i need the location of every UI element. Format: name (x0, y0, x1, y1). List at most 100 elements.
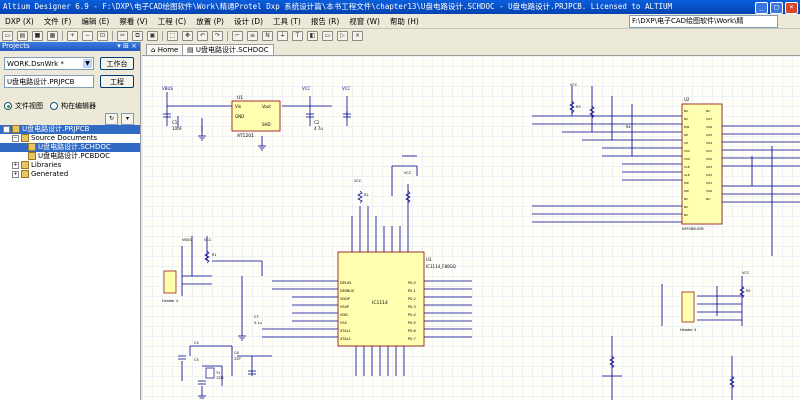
menu-view[interactable]: 察看 (V) (114, 16, 152, 27)
tree-item-generated[interactable]: + Generated (0, 170, 140, 179)
bus-icon[interactable]: ≡ (247, 30, 258, 41)
expand-icon[interactable]: + (12, 161, 19, 169)
menu-edit[interactable]: 编辑 (E) (76, 16, 114, 27)
main-toolbar: ▭ ▤ ■ ▦ + − ⊡ ✂ ⧉ ▣ ⬚ ✥ ↶ ↷ ⌐ ≡ N ⏚ T ◧ … (0, 29, 800, 42)
menu-window[interactable]: 视窗 (W) (344, 16, 385, 27)
pin-icon[interactable]: ▾ ⊞ × (117, 42, 137, 51)
c-label: C5 (194, 358, 199, 362)
menu-file[interactable]: 文件 (F) (39, 16, 77, 27)
workspace-value: WORK.DsnWrk * (7, 60, 64, 68)
y1-value: 12M (216, 376, 223, 380)
chevron-down-icon[interactable]: ▼ (83, 59, 92, 68)
copy-icon[interactable]: ⧉ (132, 30, 143, 41)
save-icon[interactable]: ■ (32, 30, 43, 41)
u2-pin-label: I/O1 (706, 181, 712, 185)
sheet-icon[interactable]: ▭ (322, 30, 333, 41)
vcc-label: VCC (742, 271, 750, 275)
tab-schdoc[interactable]: ▤ U盘电路设计.SCHDOC (182, 44, 274, 55)
u3-part: IC1114_F80GQ (426, 264, 456, 269)
j2-header[interactable]: Header 4 (680, 291, 697, 332)
u2-pin-label: CE (684, 141, 688, 145)
u3-pin-label: P0.5 (408, 321, 416, 325)
schematic-canvas[interactable]: Vin GND Vout SHD U1 AT1201 VBUS VCC VCC … (142, 56, 800, 400)
file-view-radio[interactable] (4, 102, 12, 110)
maximize-button[interactable]: □ (770, 2, 783, 14)
project-button[interactable]: 工程 (100, 75, 134, 88)
schematic-doc-icon: ▤ (187, 46, 194, 54)
expand-icon[interactable]: + (12, 170, 19, 178)
close-button[interactable]: × (785, 2, 798, 14)
select-icon[interactable]: ⬚ (167, 30, 178, 41)
zoom-in-icon[interactable]: + (67, 30, 78, 41)
open-folder-icon[interactable]: ▤ (17, 30, 28, 41)
c-label: C7 (254, 315, 259, 319)
tree-item-pcbdoc[interactable]: U盘电路设计.PCBDOC (0, 152, 140, 161)
tab-home-label: Home (157, 46, 179, 54)
vbus-label: VBUS (182, 238, 192, 242)
u2-pin-label: ALE (684, 173, 690, 177)
tree-item-schdoc[interactable]: U盘电路设计.SCHDOC (0, 143, 140, 152)
u1-regulator[interactable]: Vin GND Vout SHD U1 AT1201 (231, 95, 281, 139)
project-combo[interactable]: U盘电路设计.PRJPCB (4, 75, 94, 88)
gnd-icon[interactable]: ⏚ (277, 30, 288, 41)
no-erc-icon[interactable]: × (352, 30, 363, 41)
struct-editor-radio[interactable] (50, 102, 58, 110)
menu-project[interactable]: 工程 (C) (153, 16, 191, 27)
u2-pin-label: VSS (706, 157, 712, 161)
tree-item-label: U盘电路设计.PCBDOC (38, 152, 111, 160)
document-path-box[interactable]: F:\DXP\电子CAD绘图软件\Work\精 (629, 15, 778, 28)
vcc-label: VCC (204, 238, 212, 242)
menu-reports[interactable]: 报告 (R) (306, 16, 344, 27)
folder-icon (21, 134, 29, 142)
refresh-icon[interactable]: ↻ (105, 113, 118, 125)
resistors (204, 100, 745, 389)
toolbar-separator (227, 30, 228, 41)
zoom-fit-icon[interactable]: ⊡ (97, 30, 108, 41)
new-file-icon[interactable]: ▭ (2, 30, 13, 41)
project-value: U盘电路设计.PRJPCB (7, 78, 75, 86)
redo-icon[interactable]: ↷ (212, 30, 223, 41)
r-label: R4 (626, 125, 631, 129)
undo-icon[interactable]: ↶ (197, 30, 208, 41)
zoom-out-icon[interactable]: − (82, 30, 93, 41)
folder-icon (21, 170, 29, 178)
menu-dxp[interactable]: DXP (X) (0, 17, 39, 26)
u2-pin-label: R/B (684, 125, 689, 129)
workspace-combo[interactable]: WORK.DsnWrk * ▼ (4, 57, 94, 70)
j1-part: Header 4 (162, 299, 179, 303)
tree-item-libraries[interactable]: + Libraries (0, 161, 140, 170)
u3-controller-chip[interactable]: IC1114 U3 IC1114_F80GQ DPLUS DMINUS VDDP… (337, 251, 456, 347)
collapse-icon[interactable]: − (3, 125, 10, 133)
tab-home[interactable]: ⌂ Home (146, 44, 184, 55)
tree-item-source-documents[interactable]: − Source Documents (0, 134, 140, 143)
part-icon[interactable]: ◧ (307, 30, 318, 41)
u2-pin-label: NC (684, 109, 688, 113)
net-label-icon[interactable]: N (262, 30, 273, 41)
vcc-label: VCC (570, 83, 578, 87)
vcc-icon[interactable]: T (292, 30, 303, 41)
paste-icon[interactable]: ▣ (147, 30, 158, 41)
tree-item-label: Source Documents (31, 134, 98, 142)
collapse-icon[interactable]: − (12, 134, 19, 142)
print-icon[interactable]: ▦ (47, 30, 58, 41)
cut-icon[interactable]: ✂ (117, 30, 128, 41)
u2-pin-label: NC (684, 213, 688, 217)
folder-icon[interactable]: ▾ (121, 113, 134, 125)
tree-item-project[interactable]: − U盘电路设计.PRJPCB (0, 125, 140, 134)
u2-flash-chip[interactable]: U2 K9F080UOM NC NC R/B RE CE VCC VSS CLE… (681, 97, 723, 231)
wire-icon[interactable]: ⌐ (232, 30, 243, 41)
u2-pin-label: I/O4 (706, 141, 712, 145)
menu-place[interactable]: 放置 (P) (191, 16, 229, 27)
menu-design[interactable]: 设计 (D) (229, 16, 268, 27)
j1-header[interactable]: Header 4 (162, 270, 179, 303)
menu-tools[interactable]: 工具 (T) (268, 16, 306, 27)
u2-part: K9F080UOM (682, 227, 704, 231)
minimize-button[interactable]: _ (755, 2, 768, 14)
move-icon[interactable]: ✥ (182, 30, 193, 41)
y1-crystal[interactable]: Y1 12M (205, 367, 223, 380)
port-icon[interactable]: ▷ (337, 30, 348, 41)
home-icon: ⌂ (151, 46, 156, 54)
workspace-button[interactable]: 工作台 (100, 57, 134, 70)
menu-help[interactable]: 帮助 (H) (385, 16, 424, 27)
toolbar-separator (162, 30, 163, 41)
